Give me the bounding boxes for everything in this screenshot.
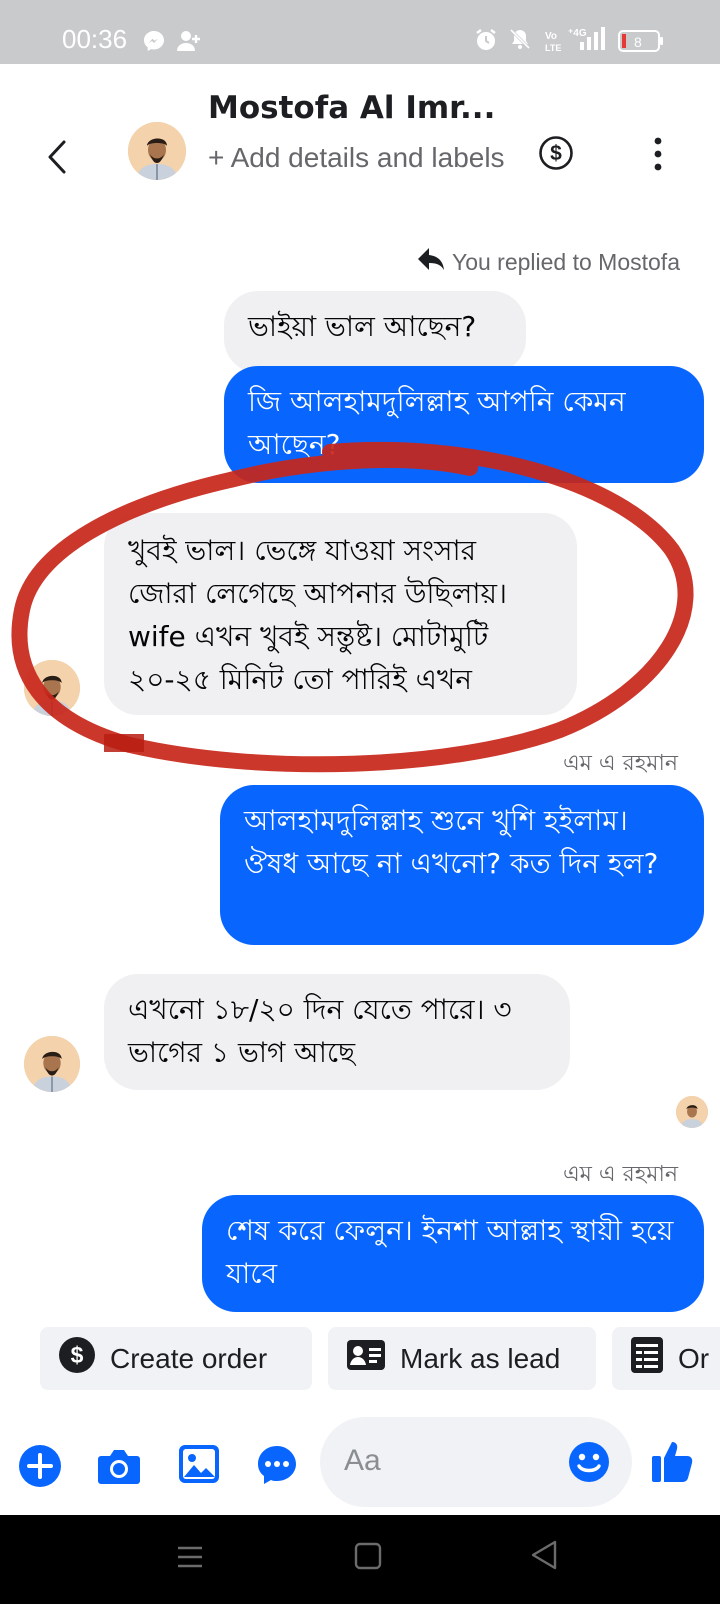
svg-text:$: $ — [71, 1342, 84, 1368]
like-icon[interactable] — [650, 1436, 694, 1488]
highlight-ring-annotation — [11, 441, 694, 773]
orders-label: Or — [678, 1342, 710, 1374]
svg-text:8: 8 — [634, 34, 642, 50]
messenger-chat-screen: 00:36 Vo LTE ⁺4G 8 Mostofa Al Imr... + A… — [0, 0, 720, 1604]
emoji-icon[interactable] — [568, 1441, 610, 1487]
contact-card-icon — [346, 1339, 386, 1378]
chat-header: Mostofa Al Imr... + Add details and labe… — [0, 64, 720, 234]
back-arrow-icon[interactable] — [42, 138, 72, 176]
gallery-icon[interactable] — [178, 1444, 220, 1488]
alarm-icon — [474, 28, 498, 56]
message-composer — [0, 1400, 720, 1515]
chat-icon[interactable] — [256, 1444, 298, 1490]
svg-text:Vo: Vo — [545, 31, 557, 42]
camera-icon[interactable] — [97, 1446, 141, 1490]
orders-button[interactable]: Or — [612, 1327, 720, 1390]
recent-apps-icon[interactable] — [176, 1543, 204, 1575]
message-input[interactable] — [344, 1439, 544, 1483]
reply-note-text: You replied to Mostofa — [451, 248, 680, 275]
create-order-button[interactable]: $ Create order — [40, 1327, 312, 1390]
svg-text:LTE: LTE — [545, 43, 561, 53]
plus-icon[interactable] — [18, 1444, 62, 1492]
more-options-icon[interactable] — [648, 136, 668, 172]
back-nav-icon[interactable] — [530, 1539, 558, 1575]
message-input-container[interactable] — [320, 1417, 632, 1507]
status-time: 00:36 — [62, 24, 128, 54]
avatar[interactable] — [128, 122, 186, 180]
mute-icon — [508, 27, 532, 55]
contact-name[interactable]: Mostofa Al Imr... — [208, 90, 495, 126]
volte-icon: Vo LTE — [544, 29, 562, 57]
message-bubble-incoming[interactable]: ভাইয়া ভাল আছেন? — [224, 291, 526, 373]
dollar-circle-icon: $ — [58, 1336, 96, 1381]
mark-as-lead-label: Mark as lead — [400, 1342, 561, 1374]
avatar[interactable] — [24, 1036, 80, 1092]
dollar-icon[interactable]: $ — [538, 135, 574, 171]
4g-signal-icon: ⁺4G — [568, 26, 612, 56]
message-bubble-incoming[interactable]: এখনো ১৮/২০ দিন যেতে পারে। ৩ ভাগের ১ ভাগ … — [104, 974, 570, 1090]
message-bubble-outgoing[interactable]: আলহামদুলিল্লাহ শুনে খুশি হইলাম। ঔষধ আছে … — [220, 785, 704, 945]
document-list-icon — [630, 1336, 664, 1381]
status-bar: 00:36 Vo LTE ⁺4G 8 — [0, 0, 720, 64]
battery-icon: 8 — [618, 30, 664, 56]
create-order-label: Create order — [110, 1342, 268, 1374]
sender-label: এম এ রহমান — [562, 751, 678, 776]
svg-text:⁺4G: ⁺4G — [568, 28, 587, 39]
add-details-link[interactable]: + Add details and labels — [208, 136, 508, 180]
reply-indicator: You replied to Mostofa — [416, 246, 680, 278]
reply-arrow-icon — [416, 246, 446, 278]
messenger-icon — [142, 29, 166, 57]
mark-as-lead-button[interactable]: Mark as lead — [328, 1327, 596, 1390]
message-bubble-outgoing[interactable]: শেষ করে ফেলুন। ইনশা আল্লাহ স্থায়ী হয়ে … — [202, 1195, 704, 1312]
person-add-icon — [176, 30, 202, 56]
svg-text:$: $ — [550, 142, 562, 165]
sender-label: এম এ রহমান — [562, 1162, 678, 1187]
home-icon[interactable] — [354, 1541, 382, 1575]
seen-receipt-avatar — [676, 1096, 708, 1128]
system-navigation-bar — [0, 1515, 720, 1604]
